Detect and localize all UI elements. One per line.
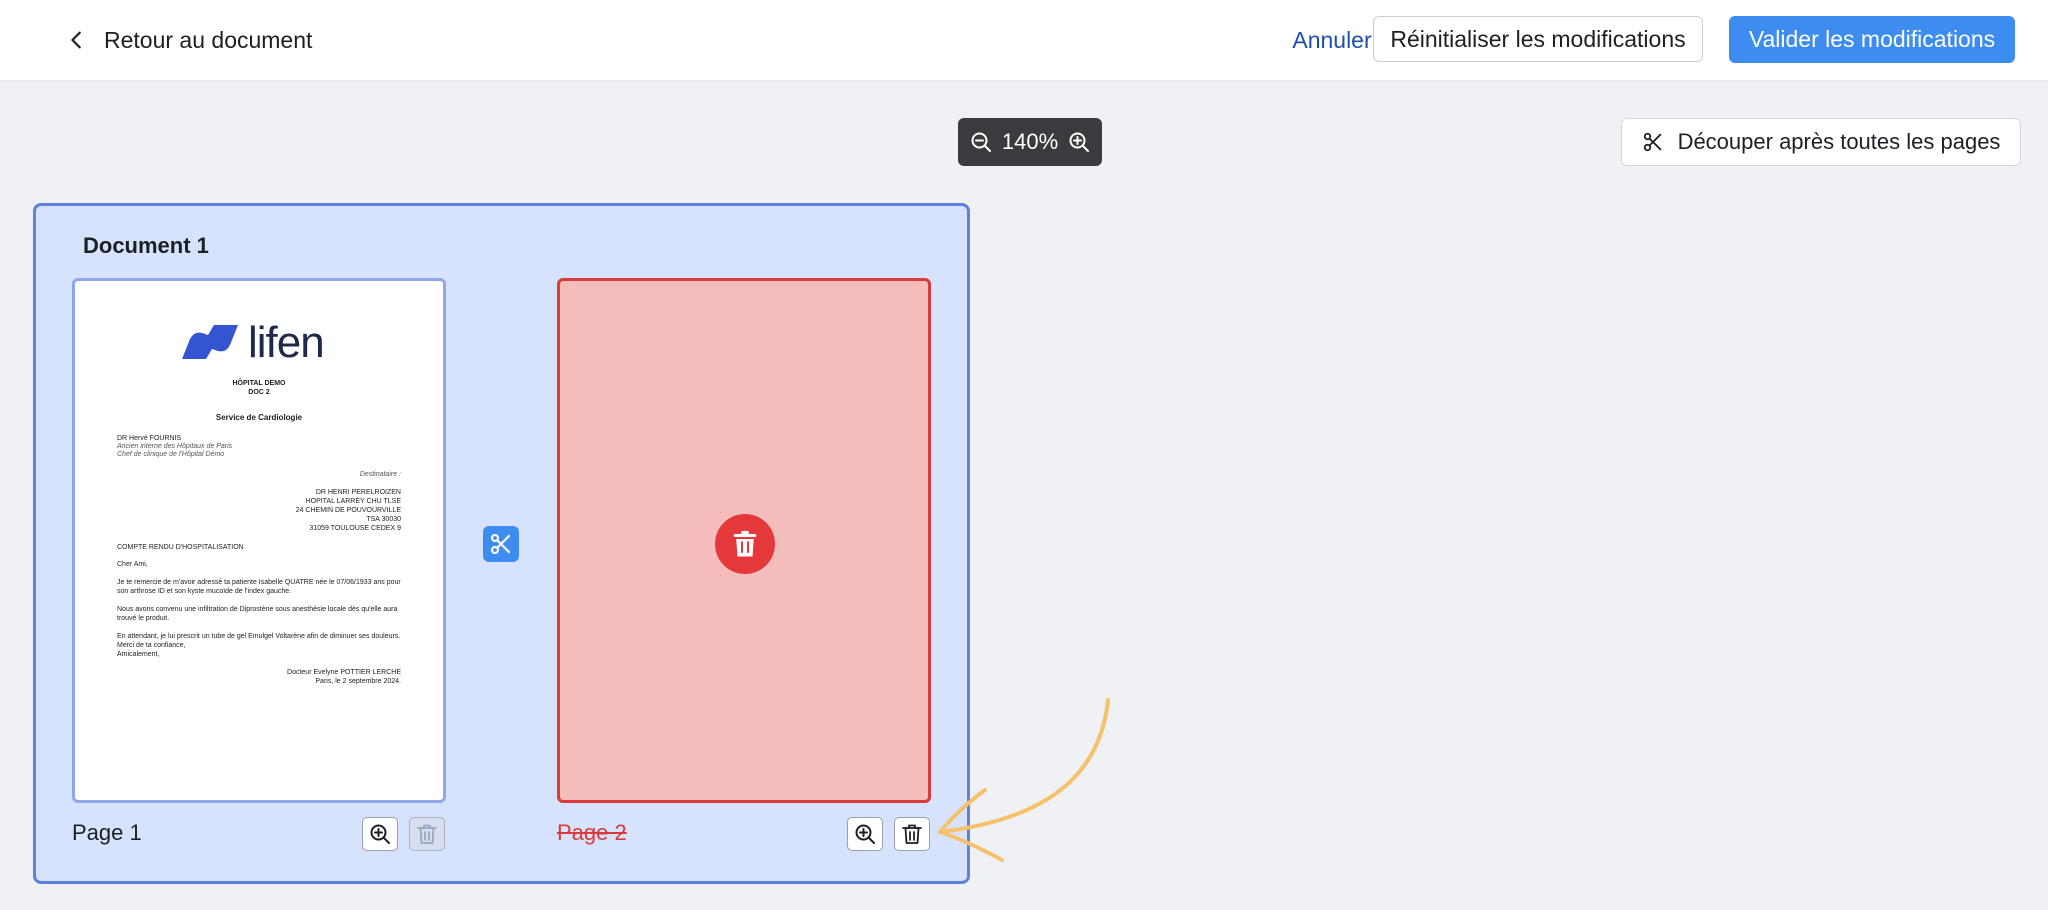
trash-icon — [902, 824, 922, 844]
body-line: Je te remercie de m'avoir adressé ta pat… — [117, 579, 401, 586]
back-label: Retour au document — [104, 26, 313, 53]
body-line: son arthrose ID et son kyste mucoïde de … — [117, 588, 292, 595]
cut-after-all-pages-label: Découper après toutes les pages — [1677, 129, 2001, 154]
greeting: Cher Ami, — [117, 561, 148, 568]
back-to-document-link[interactable]: Retour au document — [66, 20, 312, 60]
page-preview: lifen HÔPITAL DEMO DOC 2 Service de Card… — [75, 281, 443, 800]
lifen-logo: lifen — [180, 317, 325, 367]
scissors-icon — [1643, 132, 1661, 152]
zoom-level: 140% — [1001, 129, 1059, 154]
lifen-logo-mark-icon — [182, 325, 238, 359]
cut-after-all-pages-button[interactable]: Découper après toutes les pages — [1621, 118, 2021, 166]
report-title: COMPTE RENDU D'HOSPITALISATION — [117, 544, 244, 551]
recipient-line: TSA 30030 — [366, 516, 401, 523]
reset-changes-button[interactable]: Réinitialiser les modifications — [1373, 16, 1703, 62]
zoom-in-icon — [855, 824, 875, 844]
doc-name: DOC 2 — [248, 389, 270, 396]
page-2-zoom-button[interactable] — [847, 817, 883, 851]
trash-icon — [417, 824, 437, 844]
doctor-line-2: Chef de clinique de l'Hôpital Démo — [117, 451, 225, 458]
zoom-out-icon — [971, 132, 991, 152]
body-line: En attendant, je lui prescrit un tube de… — [117, 633, 401, 640]
zoom-in-button[interactable] — [1066, 129, 1092, 155]
chevron-left-icon — [71, 31, 81, 49]
page-1-delete-button — [409, 817, 445, 851]
recipient-line: DR HENRI PERELROIZEN — [315, 489, 401, 496]
body-line: Amicalement, — [117, 651, 160, 658]
page-1-zoom-button[interactable] — [362, 817, 398, 851]
trash-icon — [733, 530, 757, 557]
body-line: trouvé le produit. — [117, 615, 170, 622]
body-line: Merci de ta confiance, — [117, 642, 186, 649]
date-line: Paris, le 2 septembre 2024. — [315, 678, 401, 685]
document-title: Document 1 — [83, 233, 209, 258]
page-thumbnail-2-deleted[interactable] — [557, 278, 931, 803]
zoom-control: 140% — [958, 118, 1102, 166]
signature: Docteur Evelyne POTTIER LERCHE — [287, 669, 401, 676]
top-bar: Retour au document Annuler Réinitialiser… — [0, 0, 2048, 80]
page-2-delete-button[interactable] — [894, 817, 930, 851]
deleted-page-indicator — [715, 514, 775, 574]
recipient-label: Destinataire : — [359, 471, 401, 478]
validate-changes-button[interactable]: Valider les modifications — [1729, 16, 2015, 63]
recipient-line: HOPITAL LARREY CHU TLSE — [305, 498, 401, 505]
cut-between-pages-button[interactable] — [483, 526, 519, 562]
lifen-logo-text: lifen — [248, 317, 325, 367]
recipient-line: 24 CHEMIN DE POUVOURVILLE — [295, 507, 401, 514]
recipient-line: 31059 TOULOUSE CEDEX 9 — [309, 525, 401, 532]
service-name: Service de Cardiologie — [215, 413, 303, 422]
page-label: Page 1 — [72, 820, 142, 845]
body-line: Nous avons convenu une infiltration de D… — [117, 606, 398, 613]
scissors-icon — [490, 533, 511, 555]
page-label: Page 2 — [557, 820, 627, 845]
zoom-out-button[interactable] — [968, 129, 994, 155]
page-thumbnail-1[interactable]: lifen HÔPITAL DEMO DOC 2 Service de Card… — [72, 278, 446, 803]
hospital-name: HÔPITAL DEMO — [232, 380, 286, 387]
zoom-in-icon — [1069, 132, 1089, 152]
zoom-in-icon — [370, 824, 390, 844]
